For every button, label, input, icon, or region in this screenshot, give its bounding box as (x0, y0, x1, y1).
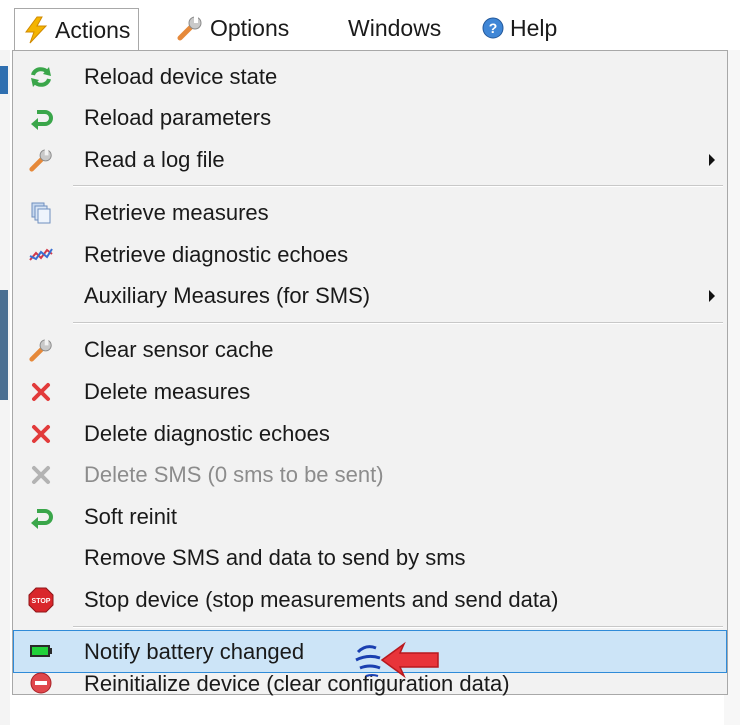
svg-text:STOP: STOP (32, 598, 51, 605)
menu-actions-label: Actions (55, 16, 131, 43)
return-arrow-icon (21, 97, 61, 139)
menu-help-label: Help (510, 14, 558, 41)
stop-sign-icon: STOP (21, 579, 61, 621)
menu-item-auxiliary-measures[interactable]: Auxiliary Measures (for SMS) (13, 275, 727, 317)
menu-item-retrieve-measures[interactable]: Retrieve measures (13, 192, 727, 234)
submenu-arrow-icon (709, 290, 715, 302)
menu-item-label: Read a log file (84, 147, 225, 172)
menu-item-label: Retrieve measures (84, 200, 269, 225)
menu-item-label: Delete measures (84, 379, 251, 404)
menu-windows-label: Windows (348, 14, 442, 41)
graph-icon (21, 234, 61, 276)
menu-item-reload-device-state[interactable]: Reload device state (13, 56, 727, 98)
menu-actions[interactable]: Actions (14, 8, 140, 51)
background-panel-edge (0, 66, 8, 94)
lightning-icon (23, 16, 49, 44)
menu-item-label: Auxiliary Measures (for SMS) (84, 283, 371, 308)
menu-item-remove-sms-data[interactable]: Remove SMS and data to send by sms (13, 537, 727, 579)
menu-item-label: Reload device state (84, 64, 278, 89)
menu-separator (73, 626, 723, 628)
no-entry-icon (21, 662, 61, 704)
menu-item-soft-reinit[interactable]: Soft reinit (13, 496, 727, 538)
menu-item-label: Soft reinit (84, 504, 177, 529)
menu-item-delete-diagnostic-echoes[interactable]: Delete diagnostic echoes (13, 413, 727, 455)
actions-dropdown: Reload device state Reload parameters Re… (12, 50, 728, 696)
menu-item-retrieve-diagnostic-echoes[interactable]: Retrieve diagnostic echoes (13, 234, 727, 276)
click-cursor-icon (352, 638, 452, 689)
refresh-icon (21, 56, 61, 98)
menu-item-stop-device[interactable]: STOP Stop device (stop measurements and … (13, 579, 727, 621)
submenu-arrow-icon (709, 154, 715, 166)
menu-bar: Actions Options Windows ? Help (0, 0, 740, 51)
return-arrow-icon (21, 496, 61, 538)
menu-item-label: Notify battery changed (84, 638, 305, 664)
menu-help[interactable]: ? Help (474, 8, 565, 48)
menu-item-clear-sensor-cache[interactable]: Clear sensor cache (13, 329, 727, 371)
documents-icon (21, 192, 61, 234)
menu-options[interactable]: Options (168, 8, 297, 48)
menu-separator (73, 322, 723, 324)
wrench-icon (176, 14, 204, 42)
red-x-icon (21, 371, 61, 413)
background-panel-edge (0, 290, 8, 400)
menu-item-reload-parameters[interactable]: Reload parameters (13, 97, 727, 139)
wrench-icon (21, 329, 61, 371)
red-x-icon (21, 413, 61, 455)
menu-item-label: Stop device (stop measurements and send … (84, 587, 559, 612)
svg-text:?: ? (489, 20, 498, 36)
wrench-icon (21, 139, 61, 181)
menu-item-label: Delete SMS (0 sms to be sent) (84, 462, 384, 487)
menu-windows[interactable]: Windows (340, 8, 449, 48)
menu-item-label: Remove SMS and data to send by sms (84, 545, 466, 570)
menu-item-read-log-file[interactable]: Read a log file (13, 139, 727, 181)
menu-options-label: Options (210, 14, 290, 41)
help-icon: ? (482, 17, 504, 39)
menu-item-delete-sms: Delete SMS (0 sms to be sent) (13, 454, 727, 496)
menu-separator (73, 185, 723, 187)
gray-x-icon (21, 454, 61, 496)
menu-item-label: Retrieve diagnostic echoes (84, 242, 349, 267)
menu-item-label: Delete diagnostic echoes (84, 421, 330, 446)
menu-item-delete-measures[interactable]: Delete measures (13, 371, 727, 413)
menu-item-label: Reload parameters (84, 105, 272, 130)
menu-item-label: Clear sensor cache (84, 337, 274, 362)
